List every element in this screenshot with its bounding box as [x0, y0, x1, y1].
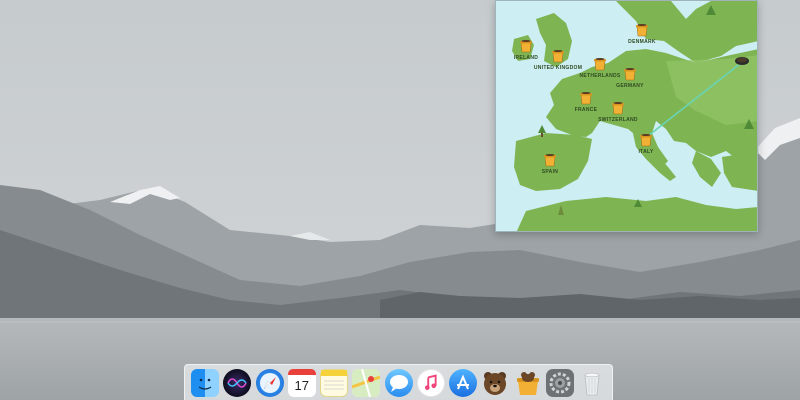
honey-pot-icon[interactable]: [636, 24, 648, 37]
siri-icon[interactable]: [223, 368, 252, 397]
honey-pot-icon[interactable]: [544, 154, 556, 167]
honey-pot-icon[interactable]: [612, 102, 624, 115]
honey-pot-icon[interactable]: [580, 92, 592, 105]
country-label: IRELAND: [514, 55, 538, 61]
maps-icon[interactable]: [352, 368, 381, 397]
dock: 17: [184, 364, 613, 400]
country-label: SPAIN: [542, 169, 558, 175]
honey-pot-icon[interactable]: [624, 68, 636, 81]
country-label: GERMANY: [616, 83, 644, 89]
safari-icon[interactable]: [255, 368, 284, 397]
country-label: SWITZERLAND: [598, 117, 638, 123]
gear-icon[interactable]: [545, 368, 574, 397]
bear-honey-icon[interactable]: [514, 369, 542, 397]
honey-pot-icon[interactable]: [640, 134, 652, 147]
tunnelbear-map-window[interactable]: IRELAND UNITED KINGDOM DENMARK NETHERLANDS G…: [495, 0, 758, 232]
messages-icon[interactable]: [384, 368, 413, 397]
country-label: NETHERLANDS: [579, 73, 620, 79]
honey-pot-icon[interactable]: [552, 50, 564, 63]
music-icon[interactable]: [416, 368, 445, 397]
notes-icon[interactable]: [320, 368, 348, 397]
honey-pot-icon[interactable]: [594, 58, 606, 71]
calendar-day: 17: [294, 377, 309, 393]
app-store-icon[interactable]: [449, 368, 477, 397]
trash-icon[interactable]: [578, 369, 606, 397]
country-label: UNITED KINGDOM: [534, 65, 582, 71]
tunnelbear-icon[interactable]: [481, 369, 509, 397]
finder-icon[interactable]: [191, 368, 219, 397]
europe-map[interactable]: IRELAND UNITED KINGDOM DENMARK NETHERLANDS G…: [496, 1, 758, 232]
honey-pot-icon[interactable]: [520, 40, 532, 53]
country-label: ITALY: [638, 149, 653, 155]
calendar-icon[interactable]: 17: [287, 368, 316, 397]
country-label: DENMARK: [628, 39, 656, 45]
country-label: FRANCE: [575, 107, 598, 113]
